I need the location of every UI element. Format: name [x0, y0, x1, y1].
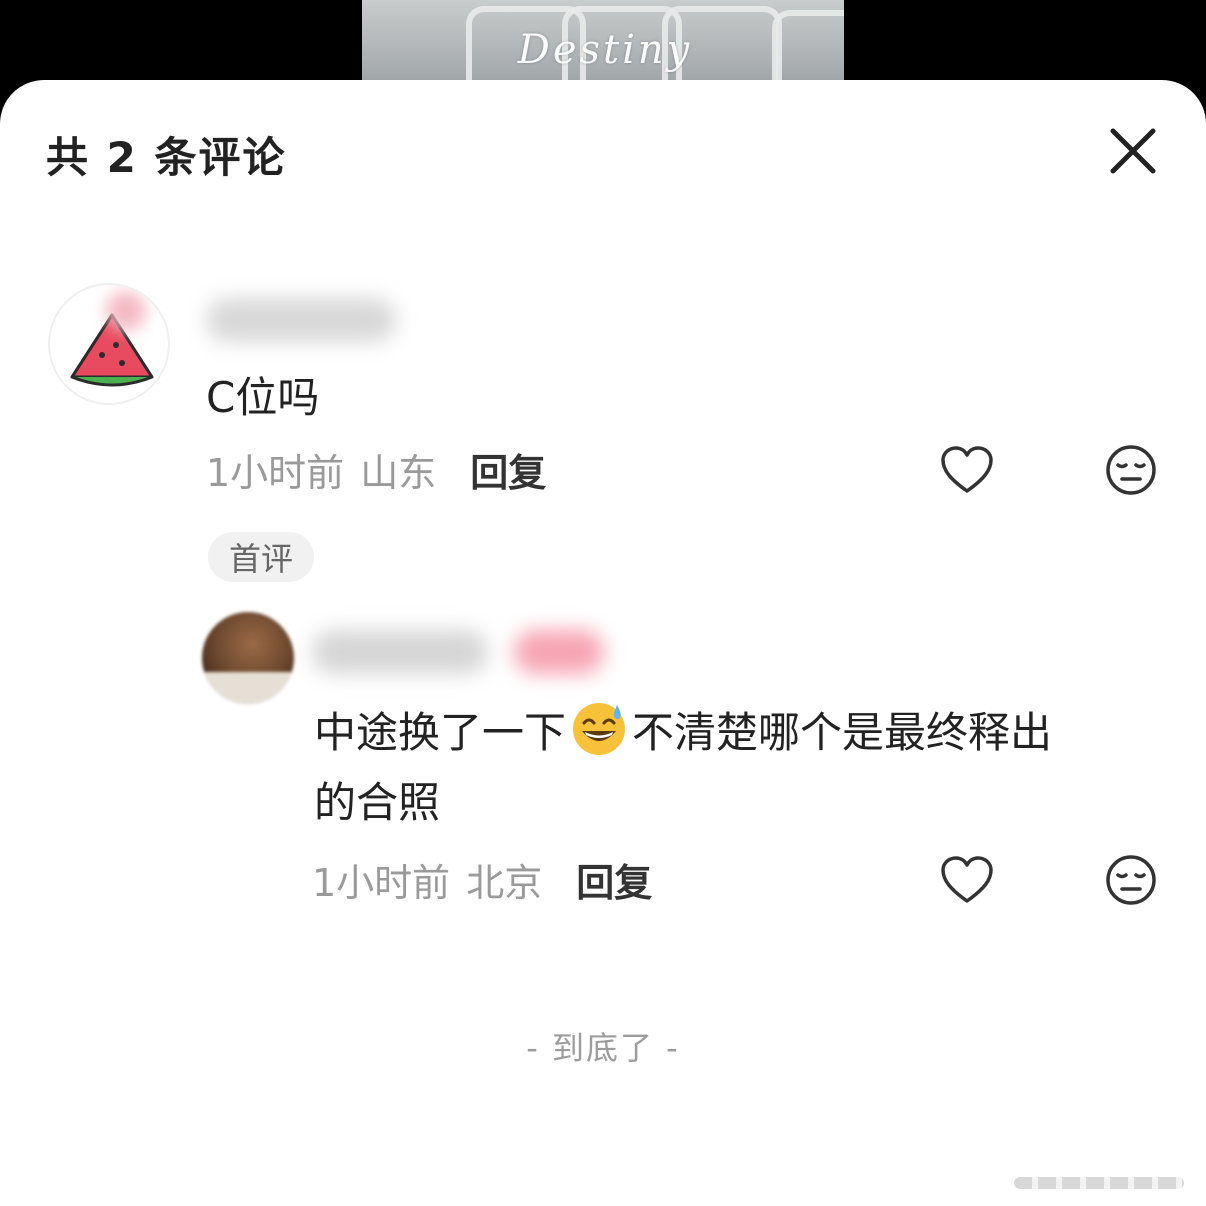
comment-time: 1小时前: [206, 451, 345, 495]
comment-sheet: 共 2 条评论 C位吗 1小时前 山东 回复 首评 中途换了一下 不清楚哪个是最…: [0, 80, 1206, 1206]
dislike-button[interactable]: [1102, 851, 1160, 909]
comment-meta: 1小时前 北京 回复: [312, 852, 652, 907]
reply-button[interactable]: 回复: [576, 852, 652, 907]
like-button[interactable]: [938, 851, 996, 909]
username-blurred[interactable]: [312, 630, 488, 674]
heart-icon: [941, 856, 993, 903]
first-comment-badge: 首评: [208, 532, 314, 582]
reply-text-part1: 中途换了一下: [314, 708, 567, 757]
comment-location: 北京: [466, 861, 543, 905]
reply-text-line2: 的合照: [314, 778, 441, 827]
comment-count-title: 共 2 条评论: [46, 133, 287, 182]
reply-button[interactable]: 回复: [470, 442, 546, 497]
watermark-text: Destiny: [517, 27, 693, 73]
close-button[interactable]: [1104, 122, 1162, 180]
sweat-smile-emoji-icon: [573, 703, 626, 755]
meh-face-icon: [1106, 445, 1156, 495]
dislike-button[interactable]: [1102, 441, 1160, 499]
comment-text: C位吗: [206, 373, 320, 422]
reply-text-part2: 不清楚哪个是最终释出: [632, 708, 1053, 757]
comment-time: 1小时前: [312, 861, 451, 905]
end-of-list-text: - 到底了 -: [526, 1029, 680, 1067]
meh-face-icon: [1106, 855, 1156, 905]
username-blurred[interactable]: [206, 298, 396, 342]
comment-meta: 1小时前 山东 回复: [206, 442, 546, 497]
home-indicator[interactable]: [1014, 1177, 1184, 1189]
like-button[interactable]: [938, 441, 996, 499]
author-tag-blurred: [514, 630, 604, 674]
comment-location: 山东: [360, 451, 437, 495]
reply-comment-text: 中途换了一下 不清楚哪个是最终释出 的合照: [314, 698, 1154, 838]
avatar-detail: [202, 672, 294, 704]
heart-icon: [941, 446, 993, 493]
avatar-blur: [106, 291, 146, 331]
avatar[interactable]: [48, 283, 170, 405]
avatar[interactable]: [202, 612, 294, 704]
close-icon: [1110, 128, 1156, 174]
